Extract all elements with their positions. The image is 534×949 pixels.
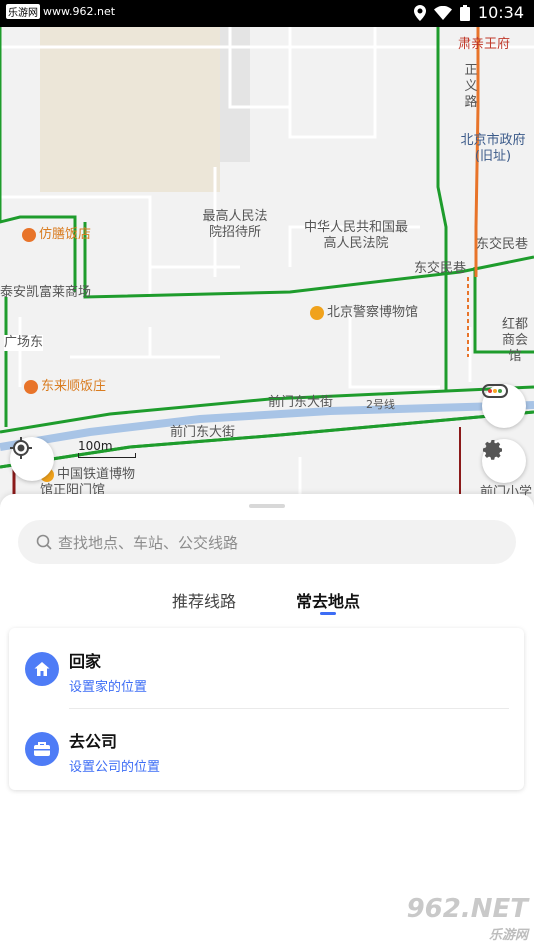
- list-item-company[interactable]: 去公司 设置公司的位置: [9, 710, 524, 790]
- crosshair-icon: [10, 437, 32, 459]
- place-title: 去公司: [69, 732, 118, 751]
- search-placeholder: 查找地点、车站、公交线路: [58, 533, 239, 552]
- poi-label[interactable]: 广场东: [4, 335, 44, 351]
- search-icon: [36, 534, 52, 550]
- drag-handle[interactable]: [249, 504, 285, 508]
- poi-label[interactable]: 泰安凯富莱商场: [0, 285, 91, 301]
- poi-label[interactable]: 中华人民共和国最高人民法院: [304, 220, 408, 252]
- map-scale: 100m: [78, 439, 136, 458]
- watermark-label: 乐游网: [488, 928, 528, 943]
- tab-frequent-places[interactable]: 常去地点: [296, 588, 360, 612]
- restaurant-icon: [22, 227, 36, 242]
- briefcase-icon: [25, 732, 59, 766]
- battery-icon: [459, 4, 470, 21]
- settings-button[interactable]: [482, 439, 526, 483]
- traffic-icon: [482, 384, 508, 398]
- status-bar: 乐游网 www.962.net 10:34: [0, 0, 534, 27]
- poi-label[interactable]: 红都商会馆: [498, 317, 532, 365]
- site-label: 乐游网: [6, 4, 40, 19]
- watermark-brand: 962.NET: [406, 894, 528, 924]
- poi-label[interactable]: 东来顺饭庄: [24, 379, 106, 395]
- tab-bar: 推荐线路 常去地点: [0, 588, 534, 618]
- home-icon: [25, 652, 59, 686]
- poi-label[interactable]: 肃亲王府: [458, 37, 510, 53]
- place-subtitle[interactable]: 设置家的位置: [69, 676, 147, 695]
- poi-label[interactable]: 最高人民法院招待所: [198, 209, 272, 241]
- museum-icon: [310, 305, 324, 320]
- poi-label: 正义路: [464, 63, 478, 110]
- gear-icon: [483, 440, 502, 460]
- divider: [69, 708, 509, 709]
- subway-label: 2号线: [366, 398, 395, 411]
- poi-label: 东交民巷: [414, 261, 467, 276]
- bottom-sheet: 查找地点、车站、公交线路 推荐线路 常去地点 回家 设置家的位置 去公司 设置公…: [0, 494, 534, 949]
- traffic-button[interactable]: [482, 384, 526, 428]
- poi-label[interactable]: 仿膳饭店: [22, 227, 91, 243]
- locate-button[interactable]: [10, 437, 54, 481]
- frequent-places-card: 回家 设置家的位置 去公司 设置公司的位置: [9, 628, 524, 790]
- poi-name: 仿膳饭店: [39, 227, 92, 242]
- poi-label: 东交民巷: [476, 237, 529, 252]
- poi-label[interactable]: 北京警察博物馆: [310, 305, 418, 321]
- site-watermark: 962.NET 乐游网: [407, 894, 528, 943]
- road-label: 前门东大街: [170, 425, 236, 440]
- map-view[interactable]: 肃亲王府 正义路 北京市政府(旧址) 最高人民法院招待所 中华人民共和国最高人民…: [0, 27, 534, 507]
- restaurant-icon: [24, 379, 38, 394]
- watermark-top: 乐游网 www.962.net: [6, 4, 115, 19]
- poi-name: 东来顺饭庄: [41, 379, 107, 394]
- site-url: www.962.net: [43, 5, 116, 18]
- location-icon: [413, 4, 426, 21]
- poi-name: 北京警察博物馆: [327, 305, 419, 320]
- road-label: 前门东大街: [268, 395, 334, 410]
- clock: 10:34: [477, 3, 524, 22]
- list-item-home[interactable]: 回家 设置家的位置: [9, 628, 524, 708]
- search-input[interactable]: 查找地点、车站、公交线路: [18, 520, 516, 564]
- scale-label: 100m: [78, 439, 113, 453]
- place-subtitle[interactable]: 设置公司的位置: [69, 756, 160, 775]
- place-title: 回家: [69, 652, 102, 671]
- wifi-icon: [433, 5, 452, 20]
- tab-recommended-routes[interactable]: 推荐线路: [172, 588, 236, 612]
- poi-label[interactable]: 北京市政府(旧址): [456, 133, 530, 165]
- tab-active-indicator: [320, 612, 336, 615]
